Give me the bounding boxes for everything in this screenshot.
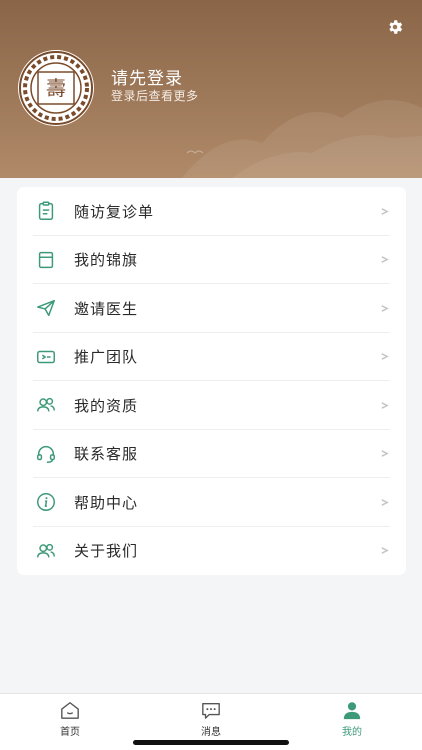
chevron-right-icon	[381, 353, 389, 361]
menu-item-promo-team[interactable]: 推广团队	[17, 333, 406, 381]
menu-item-banners[interactable]: 我的锦旗	[17, 236, 406, 284]
chevron-right-icon	[381, 547, 389, 555]
tab-home[interactable]: 首页	[40, 694, 100, 738]
menu-item-label: 邀请医生	[74, 299, 139, 318]
menu-item-label: 我的资质	[74, 396, 139, 415]
ticket-icon	[37, 350, 55, 363]
mountain-decoration	[182, 100, 422, 178]
login-prompt[interactable]: 请先登录	[111, 64, 183, 89]
home-indicator	[133, 740, 289, 745]
menu-item-label: 随访复诊单	[74, 202, 155, 221]
menu-item-label: 联系客服	[74, 445, 139, 464]
users-icon	[37, 543, 55, 558]
banner-icon	[38, 251, 54, 268]
chevron-right-icon	[381, 450, 389, 458]
user-icon	[343, 702, 361, 720]
chevron-right-icon	[381, 256, 389, 264]
info-icon	[37, 493, 55, 512]
chevron-right-icon	[381, 498, 389, 506]
home-icon	[61, 702, 79, 719]
chevron-right-icon	[381, 207, 389, 215]
gear-icon[interactable]	[386, 18, 404, 36]
menu-item-help-center[interactable]: 帮助中心	[17, 478, 406, 527]
clipboard-icon	[38, 201, 54, 221]
brand-logo: 壽	[19, 51, 93, 125]
menu-item-qualification[interactable]: 我的资质	[17, 381, 406, 430]
menu-item-label: 关于我们	[74, 542, 139, 561]
menu-item-followup[interactable]: 随访复诊单	[17, 187, 406, 236]
menu-item-label: 推广团队	[74, 348, 139, 367]
chevron-right-icon	[381, 304, 389, 312]
headset-icon	[37, 445, 55, 463]
chevron-right-icon	[381, 401, 389, 409]
menu-item-invite-doctor[interactable]: 邀请医生	[17, 284, 406, 333]
avatar[interactable]: 壽	[18, 50, 94, 126]
users-icon	[37, 398, 55, 412]
login-subtitle: 登录后查看更多	[111, 89, 199, 103]
menu-item-about-us[interactable]: 关于我们	[17, 527, 406, 576]
tab-messages[interactable]: 消息	[181, 694, 241, 738]
svg-text:壽: 壽	[46, 76, 66, 100]
menu-item-label: 我的锦旗	[74, 251, 139, 270]
profile-header: 壽 请先登录 登录后查看更多	[0, 0, 422, 178]
tab-label: 我的	[342, 727, 362, 738]
menu-item-label: 帮助中心	[74, 493, 139, 512]
menu-card: 随访复诊单 我的锦旗 邀请医生 推广团队 我的资质 联系客服 帮助中心 关于我们	[17, 187, 406, 575]
tab-label: 消息	[201, 727, 221, 738]
menu-item-customer-service[interactable]: 联系客服	[17, 430, 406, 478]
tab-label: 首页	[60, 727, 80, 738]
paper-plane-icon	[37, 300, 55, 317]
message-icon	[202, 702, 220, 719]
tab-mine[interactable]: 我的	[322, 694, 382, 738]
